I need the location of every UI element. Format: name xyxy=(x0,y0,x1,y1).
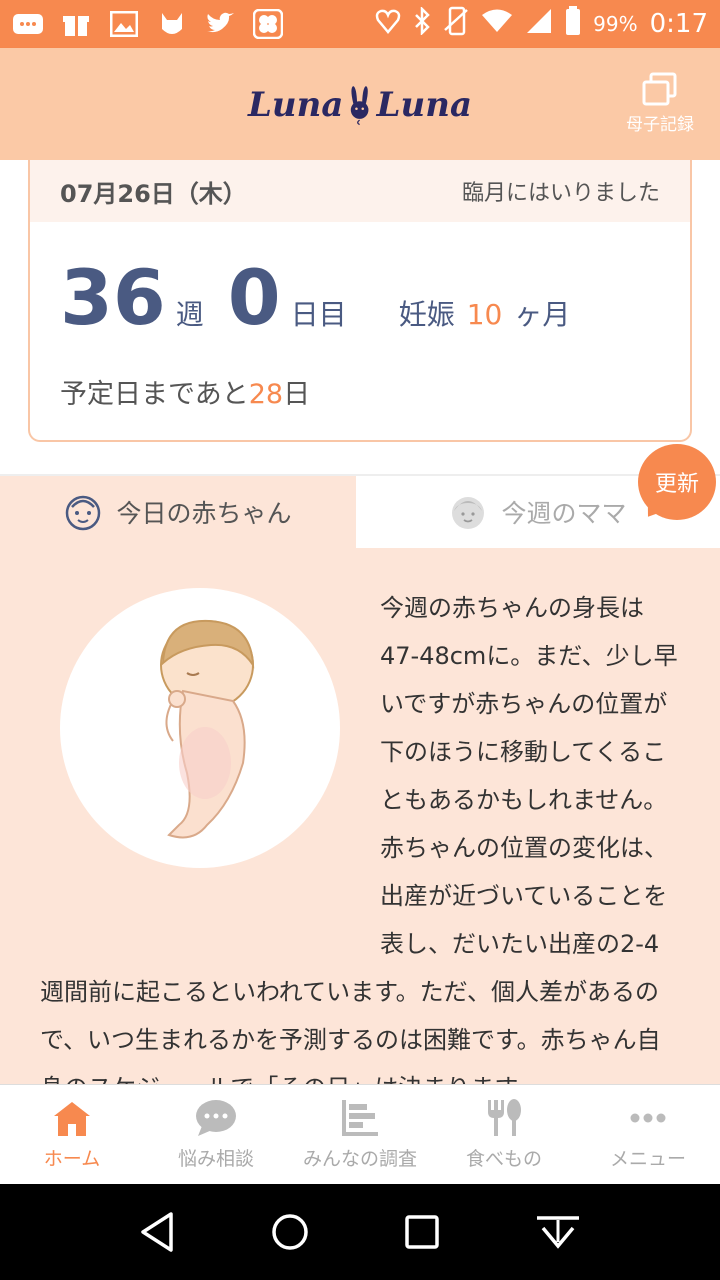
nav-survey-label: みんなの調査 xyxy=(302,1148,417,1170)
home-circle-icon[interactable] xyxy=(270,1212,310,1252)
wifi-icon xyxy=(481,8,513,41)
card-header: 07月26日（木） 臨月にはいりました xyxy=(30,160,690,222)
vibrate-icon xyxy=(443,6,469,43)
pregnancy-summary-section: 07月26日（木） 臨月にはいりました 36 週 0 日目 妊娠 10 ヶ月 予… xyxy=(0,160,720,476)
baby-article: 今週の赤ちゃんの身長は47-48cmに。まだ、少し早いですが赤ちゃんの位置が下の… xyxy=(0,548,720,1084)
article-text: 今週の赤ちゃんの身長は47-48cmに。まだ、少し早いですが赤ちゃんの位置が下の… xyxy=(40,584,680,1084)
due-suffix: 日 xyxy=(283,379,311,410)
days-unit: 日目 xyxy=(290,298,347,331)
tab-baby-today[interactable]: 今日の赤ちゃん xyxy=(0,476,356,548)
home-icon xyxy=(54,1102,90,1136)
nav-menu[interactable]: メニュー xyxy=(576,1085,720,1184)
nav-home[interactable]: ホーム xyxy=(0,1085,144,1184)
nav-food[interactable]: 食べもの xyxy=(432,1085,576,1184)
heart-icon xyxy=(375,8,401,41)
gift-icon xyxy=(60,10,92,38)
records-label: 母子記録 xyxy=(626,115,694,135)
tab-mama-this-week-label: 今週のママ xyxy=(501,499,627,528)
clock: 0:17 xyxy=(649,9,708,39)
pregnancy-card: 07月26日（木） 臨月にはいりました 36 週 0 日目 妊娠 10 ヶ月 予… xyxy=(28,160,692,442)
battery-icon xyxy=(565,5,581,43)
mama-face-icon xyxy=(452,497,485,529)
weeks-unit: 週 xyxy=(175,298,204,331)
nav-menu-label: メニュー xyxy=(609,1148,686,1170)
menu-icon xyxy=(630,1113,666,1123)
hide-keyboard-icon[interactable] xyxy=(533,1212,583,1252)
pregnancy-month: 10 xyxy=(466,298,503,331)
nav-food-label: 食べもの xyxy=(465,1148,542,1170)
recents-icon[interactable] xyxy=(404,1214,440,1250)
weeks-number: 36 xyxy=(60,253,166,342)
content-tabs: 今日の赤ちゃん 今週のママ xyxy=(0,476,720,548)
nav-home-label: ホーム xyxy=(43,1148,101,1170)
logo-text-right: Luna xyxy=(376,85,472,125)
days-number: 0 xyxy=(227,253,281,342)
status-bar: 99% 0:17 xyxy=(0,0,720,48)
system-navigation-bar xyxy=(0,1184,720,1280)
pregnancy-status: 臨月にはいりました xyxy=(461,181,660,206)
due-date-countdown: 予定日まであと28日 xyxy=(60,372,310,411)
message-icon xyxy=(12,10,44,38)
twitter-icon xyxy=(204,10,236,38)
records-button[interactable]: 母子記録 xyxy=(618,72,702,144)
chat-icon xyxy=(196,1100,236,1136)
bluetooth-icon xyxy=(413,5,431,42)
pregnancy-label: 妊娠 xyxy=(398,298,455,331)
food-icon xyxy=(488,1099,521,1136)
nav-survey[interactable]: みんなの調査 xyxy=(288,1085,432,1184)
bottom-navigation: ホーム 悩み相談 みんなの調査 食べもの メニュー xyxy=(0,1084,720,1184)
back-icon[interactable] xyxy=(137,1210,177,1254)
survey-icon xyxy=(342,1100,378,1136)
image-float-spacer xyxy=(40,584,380,926)
nav-consult-label: 悩み相談 xyxy=(177,1148,254,1170)
clover-icon xyxy=(252,9,284,39)
nav-consult[interactable]: 悩み相談 xyxy=(144,1085,288,1184)
logo-text-left: Luna xyxy=(248,85,344,125)
due-days: 28 xyxy=(248,379,284,410)
pregnancy-month-unit: ヶ月 xyxy=(514,298,571,331)
app-header: Luna Luna 母子記録 xyxy=(0,48,720,160)
current-date: 07月26日（木） xyxy=(60,179,247,208)
due-prefix: 予定日まであと xyxy=(60,379,249,410)
luna-luna-logo[interactable]: Luna Luna xyxy=(248,70,472,140)
pregnancy-week-row: 36 週 0 日目 妊娠 10 ヶ月 xyxy=(60,260,570,336)
battery-percent: 99% xyxy=(593,12,638,36)
signal-icon xyxy=(525,7,553,42)
update-badge: 更新 xyxy=(638,444,716,520)
rabbit-logo-icon xyxy=(351,86,369,126)
image-icon xyxy=(108,10,140,38)
baby-face-icon xyxy=(66,495,101,531)
cat-icon xyxy=(156,10,188,38)
tab-baby-today-label: 今日の赤ちゃん xyxy=(116,499,292,528)
copy-icon xyxy=(642,72,677,106)
